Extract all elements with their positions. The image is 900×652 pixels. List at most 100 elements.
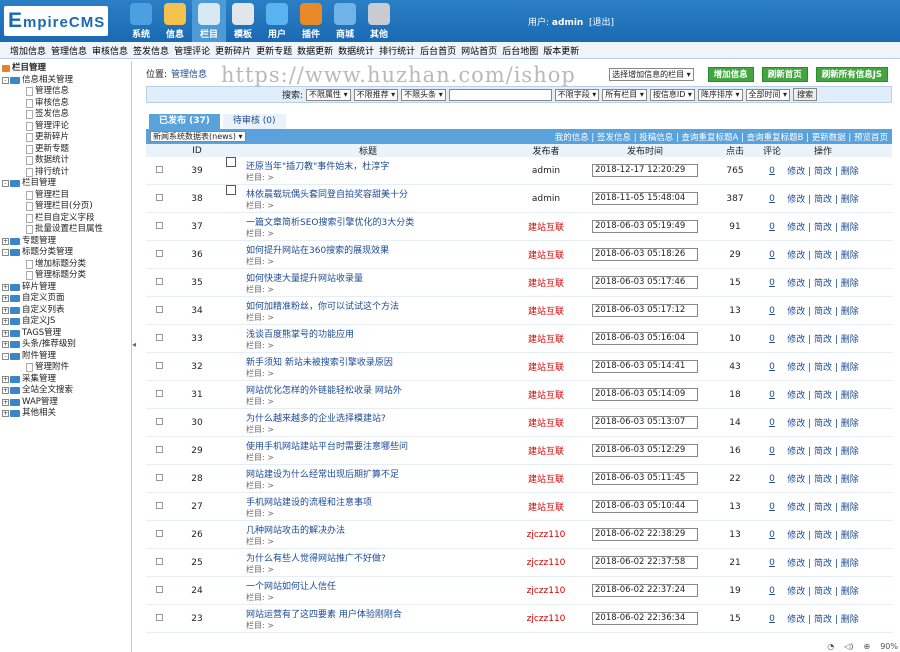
nav-folder[interactable]: 栏目 — [192, 0, 226, 42]
row-comments[interactable]: 0 — [769, 222, 775, 232]
toolbar-links[interactable]: 我的信息 | 签发信息 | 投稿信息 | 查询重复标题A | 查询重复标题B |… — [555, 131, 888, 143]
row-title[interactable]: 新手须知 新站未被搜索引擎收录原因 — [246, 355, 514, 368]
row-title[interactable]: 一篇文章简析SEO搜索引擎优化的3大分类 — [246, 215, 514, 228]
row-publisher[interactable]: 建站互联 — [514, 248, 578, 261]
tree-item[interactable]: 更新碎片 — [2, 132, 131, 144]
row-comments[interactable]: 0 — [769, 502, 775, 512]
nav-user[interactable]: 用户 — [260, 0, 294, 42]
search-input[interactable] — [448, 88, 552, 101]
expand-icon[interactable]: + — [2, 295, 9, 303]
nav-document[interactable]: 信息 — [158, 0, 192, 42]
row-publisher[interactable]: 建站互联 — [514, 500, 578, 513]
row-publisher[interactable]: zjczz110 — [514, 586, 578, 596]
row-checkbox[interactable] — [155, 445, 163, 453]
row-time-input[interactable]: 2018-06-02 22:37:58 — [592, 556, 698, 569]
row-publisher[interactable]: 建站互联 — [514, 472, 578, 485]
tree-item[interactable]: 管理栏目 — [2, 190, 131, 202]
row-time-input[interactable]: 2018-06-03 05:17:12 — [592, 304, 698, 317]
menu-item[interactable]: 版本更新 — [543, 44, 579, 57]
nav-template[interactable]: 模板 — [226, 0, 260, 42]
expand-icon[interactable]: + — [2, 318, 9, 326]
row-title[interactable]: 如何提升网站在360搜索的展现效果 — [246, 243, 514, 256]
row-checkbox[interactable] — [155, 361, 163, 369]
row-time-input[interactable]: 2018-06-03 05:14:09 — [592, 388, 698, 401]
row-actions[interactable]: 修改 | 简改 | 删除 — [786, 164, 860, 177]
row-checkbox[interactable] — [155, 277, 163, 285]
row-title[interactable]: 网站优化怎样的外链能轻松收录 网站外 — [246, 383, 514, 396]
tree-item[interactable]: 栏目管理 — [2, 63, 131, 75]
row-title[interactable]: 如何快速大量提升网站收录量 — [246, 271, 514, 284]
tree-item[interactable]: 数据统计 — [2, 155, 131, 167]
row-time-input[interactable]: 2018-06-02 22:36:34 — [592, 612, 698, 625]
row-actions[interactable]: 修改 | 简改 | 删除 — [786, 360, 860, 373]
row-publisher[interactable]: zjczz110 — [514, 530, 578, 540]
nav-system[interactable]: 系统 — [124, 0, 158, 42]
category-select[interactable]: 选择增加信息的栏目 ▾ — [609, 68, 694, 81]
tree-item[interactable]: + 专题管理 — [2, 236, 131, 248]
row-publisher[interactable]: 建站互联 — [514, 304, 578, 317]
tree-item[interactable]: 增加标题分类 — [2, 259, 131, 271]
expand-icon[interactable]: - — [2, 352, 9, 360]
row-actions[interactable]: 修改 | 简改 | 删除 — [786, 304, 860, 317]
tree-item[interactable]: 审核信息 — [2, 98, 131, 110]
row-time-input[interactable]: 2018-06-03 05:18:26 — [592, 248, 698, 261]
tree-item[interactable]: 排行统计 — [2, 167, 131, 179]
time-select[interactable]: 全部时间 ▾ — [745, 88, 791, 101]
nav-gear[interactable]: 其他 — [362, 0, 396, 42]
tree-item[interactable]: 栏目自定义字段 — [2, 213, 131, 225]
tree-item[interactable]: - 栏目管理 — [2, 178, 131, 190]
row-comments[interactable]: 0 — [769, 166, 775, 176]
expand-icon[interactable]: + — [2, 387, 9, 395]
row-time-input[interactable]: 2018-06-03 05:11:45 — [592, 472, 698, 485]
menu-item[interactable]: 增加信息 — [10, 44, 46, 57]
row-publisher[interactable]: 建站互联 — [514, 360, 578, 373]
row-actions[interactable]: 修改 | 简改 | 删除 — [786, 332, 860, 345]
row-checkbox[interactable] — [155, 473, 163, 481]
table-select[interactable]: 新闻系统数据表(news) ▾ — [150, 131, 246, 142]
row-title[interactable]: 手机网站建设的流程和注意事项 — [246, 495, 514, 508]
row-actions[interactable]: 修改 | 简改 | 删除 — [786, 472, 860, 485]
row-checkbox[interactable] — [155, 501, 163, 509]
breadcrumb-link[interactable]: 管理信息 — [171, 67, 207, 80]
row-title[interactable]: 几种网站攻击的解决办法 — [246, 523, 514, 536]
row-actions[interactable]: 修改 | 简改 | 删除 — [786, 528, 860, 541]
row-actions[interactable]: 修改 | 简改 | 删除 — [786, 220, 860, 233]
row-publisher[interactable]: admin — [514, 166, 578, 176]
tree-item[interactable]: + 头条/推荐级别 — [2, 339, 131, 351]
row-comments[interactable]: 0 — [769, 614, 775, 624]
menu-item[interactable]: 更新专题 — [256, 44, 292, 57]
row-comments[interactable]: 0 — [769, 306, 775, 316]
tree-item[interactable]: + 自定义页面 — [2, 293, 131, 305]
row-actions[interactable]: 修改 | 简改 | 删除 — [786, 416, 860, 429]
menu-item[interactable]: 排行统计 — [379, 44, 415, 57]
tree-item[interactable]: + 采集管理 — [2, 374, 131, 386]
order-field-select[interactable]: 按信息ID ▾ — [649, 88, 695, 101]
row-checkbox[interactable] — [155, 389, 163, 397]
sidebar-toggle[interactable]: ◂ — [132, 340, 140, 356]
row-checkbox[interactable] — [155, 193, 163, 201]
row-checkbox[interactable] — [155, 613, 163, 621]
row-actions[interactable]: 修改 | 简改 | 删除 — [786, 248, 860, 261]
row-time-input[interactable]: 2018-06-02 22:37:24 — [592, 584, 698, 597]
row-publisher[interactable]: admin — [514, 194, 578, 204]
row-actions[interactable]: 修改 | 简改 | 删除 — [786, 584, 860, 597]
row-actions[interactable]: 修改 | 简改 | 删除 — [786, 500, 860, 513]
row-time-input[interactable]: 2018-06-03 05:14:41 — [592, 360, 698, 373]
row-comments[interactable]: 0 — [769, 446, 775, 456]
row-title[interactable]: 为什么有些人觉得网站推广不好做? — [246, 551, 514, 564]
row-time-input[interactable]: 2018-06-03 05:10:44 — [592, 500, 698, 513]
menu-item[interactable]: 数据更新 — [297, 44, 333, 57]
row-title[interactable]: 为什么越来越多的企业选择模建站? — [246, 411, 514, 424]
tree-item[interactable]: - 标题分类管理 — [2, 247, 131, 259]
tree-item[interactable]: 更新专题 — [2, 144, 131, 156]
refresh-all-js-button[interactable]: 刷新所有信息JS — [815, 67, 888, 82]
row-time-input[interactable]: 2018-06-03 05:16:04 — [592, 332, 698, 345]
row-comments[interactable]: 0 — [769, 586, 775, 596]
tree-item[interactable]: + 全站全文搜索 — [2, 385, 131, 397]
menu-item[interactable]: 管理评论 — [174, 44, 210, 57]
tree-item[interactable]: + 自定义列表 — [2, 305, 131, 317]
row-comments[interactable]: 0 — [769, 530, 775, 540]
expand-icon[interactable]: + — [2, 306, 9, 314]
row-comments[interactable]: 0 — [769, 278, 775, 288]
col-id[interactable]: ID — [172, 146, 222, 156]
